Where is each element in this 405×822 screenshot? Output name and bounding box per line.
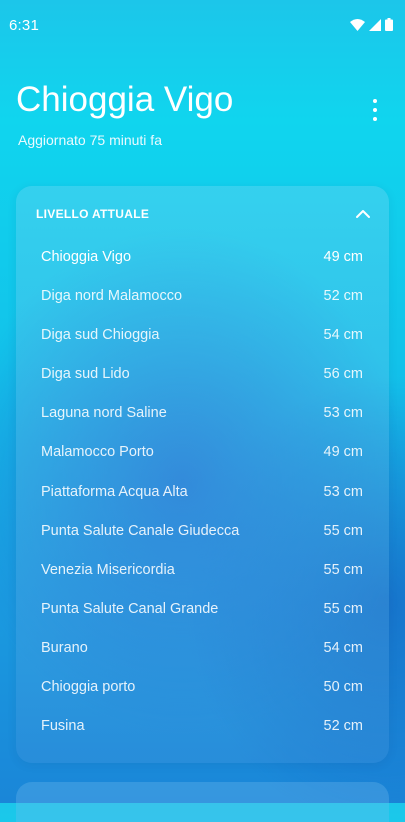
station-row[interactable]: Fusina 52 cm	[16, 707, 389, 746]
station-row[interactable]: Diga sud Chioggia 54 cm	[16, 316, 389, 355]
battery-icon	[385, 18, 393, 31]
next-card	[16, 782, 389, 822]
wifi-icon	[350, 18, 365, 31]
card-heading: LIVELLO ATTUALE	[36, 207, 150, 221]
station-name: Diga sud Chioggia	[41, 327, 160, 344]
station-name: Diga sud Lido	[41, 366, 130, 383]
station-row[interactable]: Chioggia porto 50 cm	[16, 668, 389, 707]
last-updated-text: Aggiornato 75 minuti fa	[18, 132, 162, 148]
menu-dot	[373, 99, 377, 103]
station-name: Venezia Misericordia	[41, 561, 175, 578]
station-name: Malamocco Porto	[41, 444, 154, 461]
station-row[interactable]: Venezia Misericordia 55 cm	[16, 551, 389, 590]
status-time: 6:31	[9, 17, 39, 34]
status-bar: 6:31	[0, 0, 405, 50]
station-name: Diga nord Malamocco	[41, 288, 183, 305]
station-name: Punta Salute Canale Giudecca	[41, 522, 240, 539]
station-level: 53 cm	[323, 483, 364, 500]
station-name: Laguna nord Saline	[41, 405, 167, 422]
more-vertical-icon[interactable]	[365, 99, 385, 121]
menu-dot	[373, 108, 377, 112]
station-name: Burano	[41, 639, 88, 656]
station-row[interactable]: Diga nord Malamocco 52 cm	[16, 277, 389, 316]
station-level: 55 cm	[323, 522, 364, 539]
station-level: 52 cm	[323, 288, 364, 305]
station-level: 54 cm	[323, 639, 364, 656]
station-row[interactable]: Malamocco Porto 49 cm	[16, 433, 389, 472]
station-row[interactable]: Chioggia Vigo 49 cm	[16, 238, 389, 277]
station-row[interactable]: Burano 54 cm	[16, 629, 389, 668]
station-level: 54 cm	[323, 327, 364, 344]
station-level: 56 cm	[323, 366, 364, 383]
station-level: 52 cm	[323, 718, 364, 735]
station-level: 55 cm	[323, 561, 364, 578]
signal-icon	[369, 18, 381, 31]
station-level: 49 cm	[323, 444, 364, 461]
station-list: Chioggia Vigo 49 cm Diga nord Malamocco …	[16, 238, 389, 746]
station-name: Chioggia Vigo	[41, 249, 132, 265]
station-row[interactable]: Piattaforma Acqua Alta 53 cm	[16, 473, 389, 512]
station-row[interactable]: Punta Salute Canale Giudecca 55 cm	[16, 512, 389, 551]
current-level-card: LIVELLO ATTUALE Chioggia Vigo 49 cm Diga…	[16, 186, 389, 763]
station-level: 55 cm	[323, 600, 364, 617]
station-level: 49 cm	[323, 249, 364, 265]
chevron-up-icon[interactable]	[353, 204, 373, 224]
station-row[interactable]: Punta Salute Canal Grande 55 cm	[16, 590, 389, 629]
station-level: 53 cm	[323, 405, 364, 422]
station-name: Punta Salute Canal Grande	[41, 600, 219, 617]
page-title: Chioggia Vigo	[16, 80, 234, 119]
status-icons	[350, 18, 393, 31]
station-row[interactable]: Diga sud Lido 56 cm	[16, 355, 389, 394]
station-name: Chioggia porto	[41, 679, 136, 696]
station-name: Fusina	[41, 718, 85, 735]
station-row[interactable]: Laguna nord Saline 53 cm	[16, 394, 389, 433]
menu-dot	[373, 117, 377, 121]
station-name: Piattaforma Acqua Alta	[41, 483, 188, 500]
station-level: 50 cm	[323, 679, 364, 696]
